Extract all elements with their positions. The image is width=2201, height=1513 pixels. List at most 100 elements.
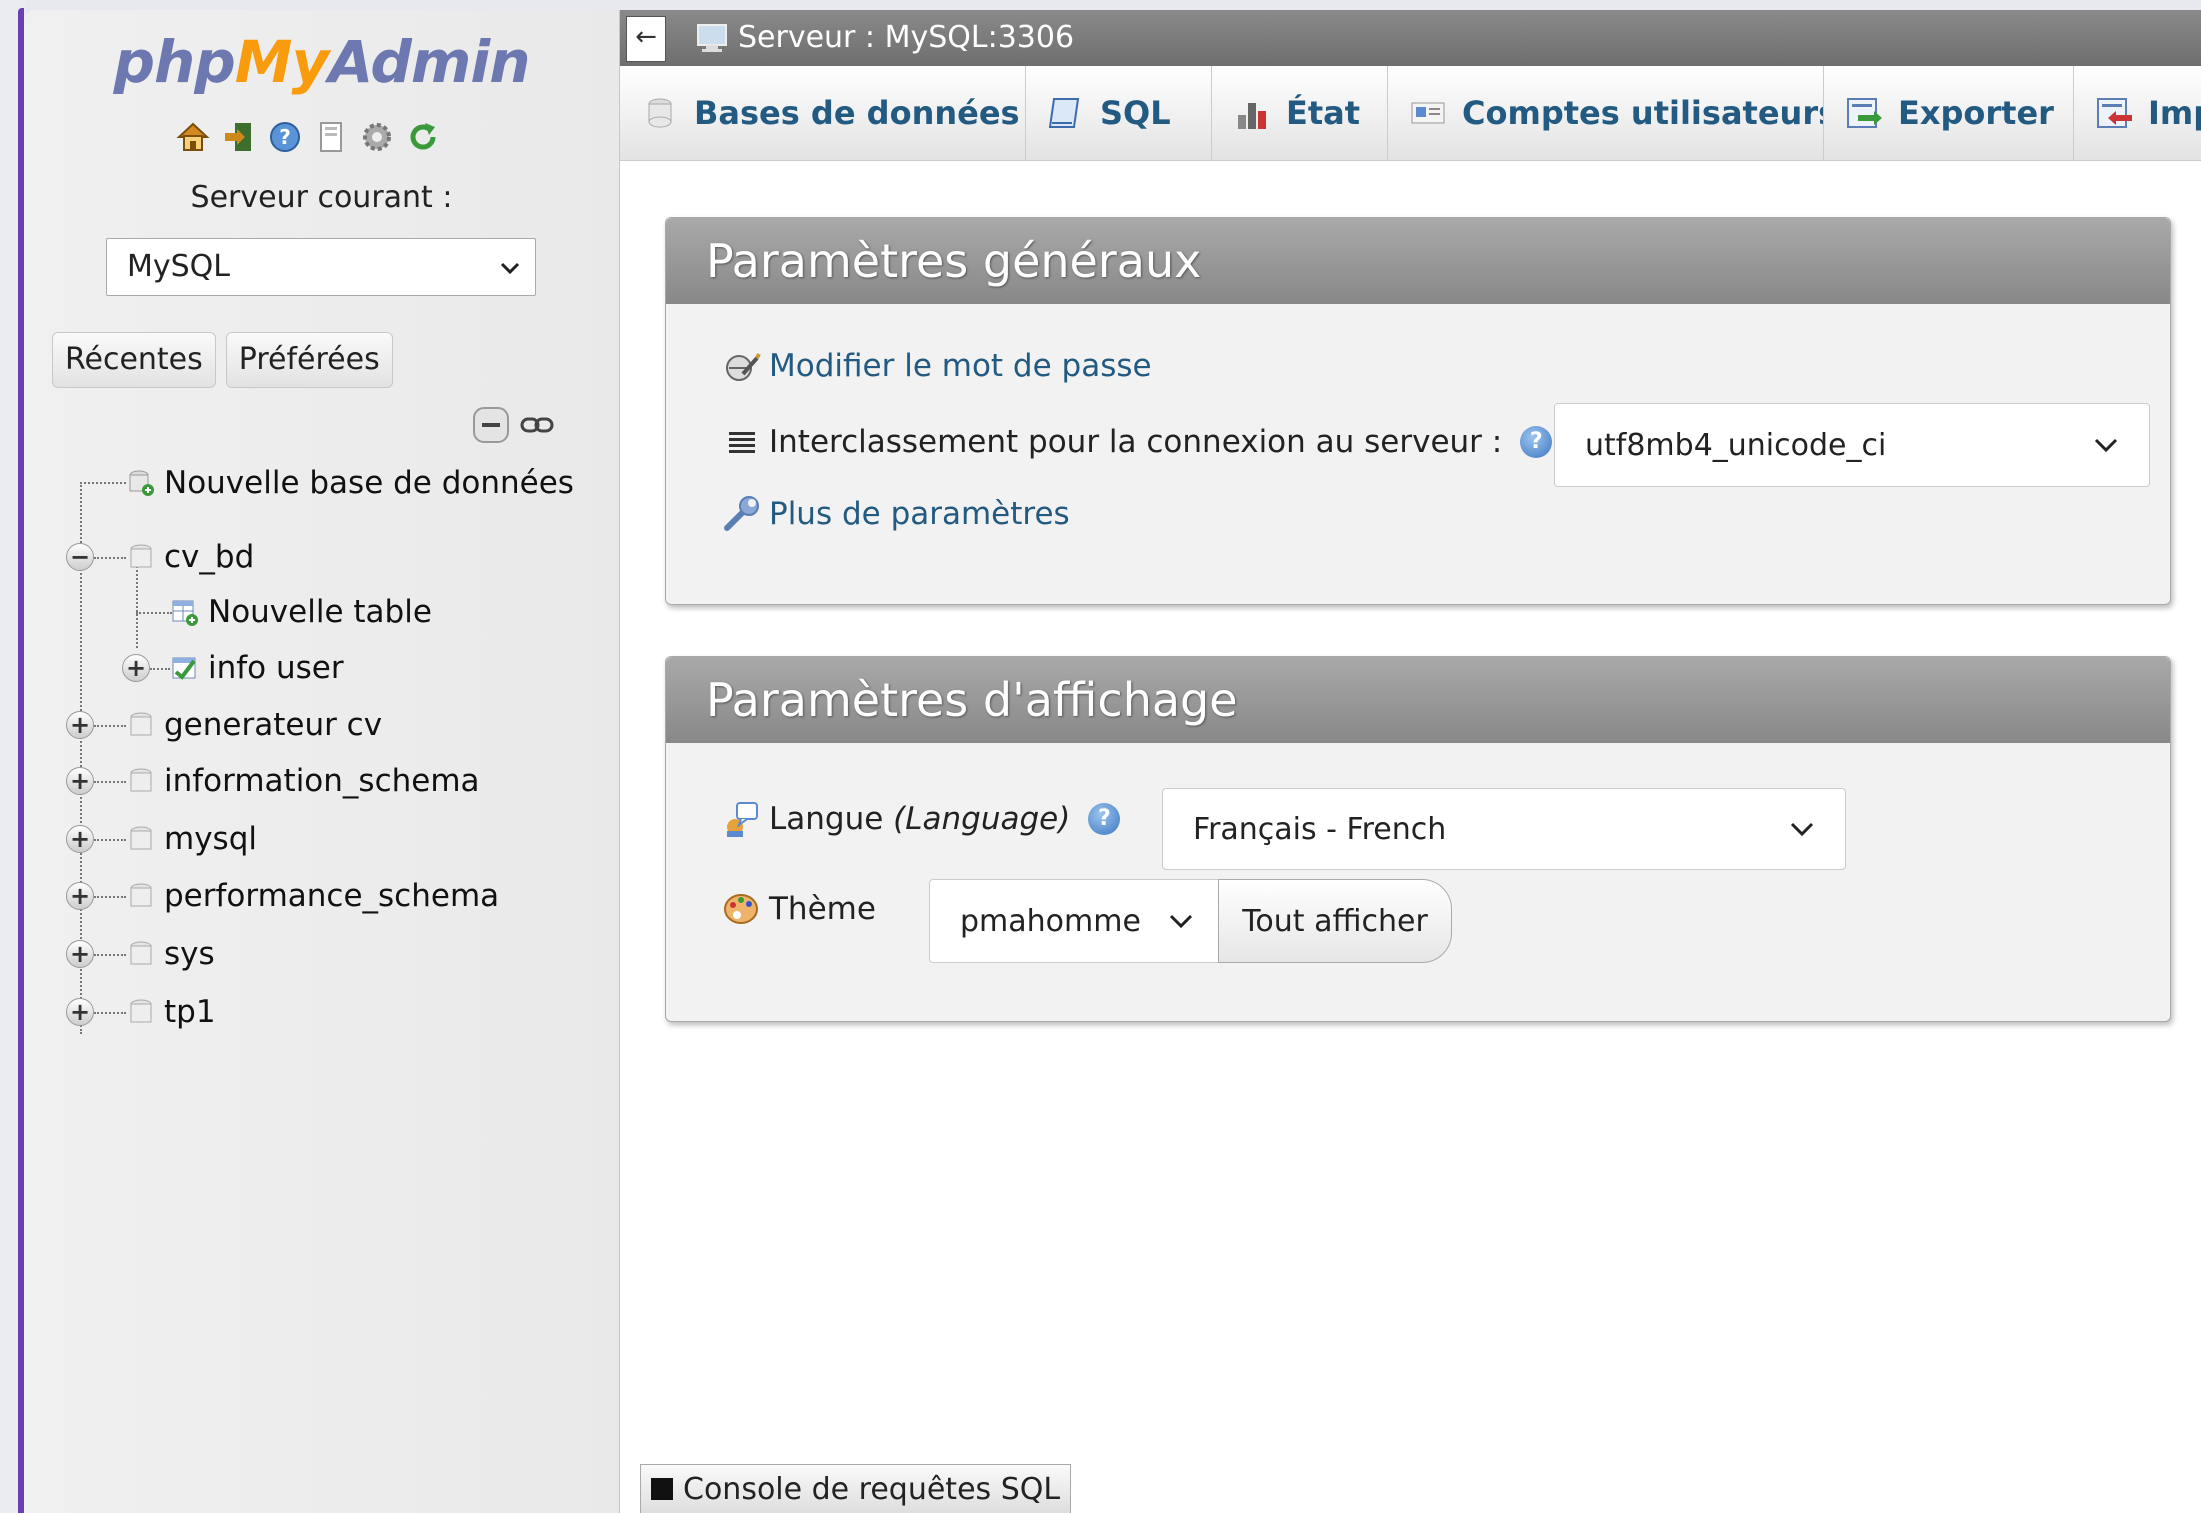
- wrench-icon: [724, 496, 759, 531]
- tab-favorites[interactable]: Préférées: [225, 332, 393, 388]
- theme-palette-icon: [724, 894, 758, 924]
- help-icon[interactable]: ?: [1520, 426, 1553, 458]
- language-row: Langue (Language) ?: [721, 799, 1121, 839]
- tree-item-new-database[interactable]: Nouvelle base de données: [128, 456, 574, 510]
- tree-item-label: mysql: [164, 821, 257, 857]
- collapse-all-icon[interactable]: [472, 406, 510, 444]
- console-icon: [651, 1478, 673, 1500]
- view-icon: [172, 657, 196, 680]
- export-icon: [1847, 98, 1882, 128]
- server-select-value: MySQL: [127, 249, 231, 284]
- svg-text:?: ?: [279, 125, 291, 149]
- status-chart-icon: [1238, 103, 1266, 129]
- settings-icon[interactable]: [358, 118, 396, 156]
- tree-line: [94, 725, 126, 727]
- tab-user-accounts[interactable]: Comptes utilisateurs: [1388, 66, 1824, 160]
- general-settings-title: Paramètres généraux: [666, 218, 2170, 304]
- language-label-en: (Language): [893, 801, 1071, 837]
- tree-line: [150, 668, 170, 670]
- tab-recent[interactable]: Récentes: [52, 332, 216, 388]
- expand-toggle[interactable]: +: [66, 940, 94, 968]
- collapse-toggle[interactable]: −: [66, 543, 94, 571]
- show-all-themes-button[interactable]: Tout afficher: [1218, 879, 1452, 963]
- tree-item-label: information_schema: [164, 763, 480, 799]
- tree-line: [94, 1012, 126, 1014]
- breadcrumb-server-label: Serveur : MySQL:3306: [738, 20, 1075, 55]
- tree-item-info-user[interactable]: info user: [172, 641, 344, 695]
- tab-sql[interactable]: SQL: [1026, 66, 1212, 160]
- tree-item-performance-schema[interactable]: performance_schema: [128, 869, 499, 923]
- tree-line: [94, 839, 126, 841]
- database-icon: [130, 712, 152, 736]
- tab-status[interactable]: État: [1212, 66, 1388, 160]
- tree-item-new-table[interactable]: Nouvelle table: [172, 585, 432, 639]
- tree-item-sys[interactable]: sys: [128, 927, 215, 981]
- phpmyadmin-logo[interactable]: phpMyAdmin: [24, 28, 619, 96]
- database-icon: [130, 826, 152, 850]
- expand-toggle[interactable]: +: [66, 825, 94, 853]
- tree-item-information-schema[interactable]: information_schema: [128, 754, 480, 808]
- logo-php: php: [113, 28, 235, 96]
- home-icon[interactable]: [174, 118, 212, 156]
- general-settings-panel: Paramètres généraux Modifier le mot de p…: [665, 217, 2171, 605]
- reload-icon[interactable]: [404, 118, 442, 156]
- help-icon[interactable]: ?: [1088, 803, 1121, 835]
- tab-export[interactable]: Exporter: [1824, 66, 2074, 160]
- display-settings-panel: Paramètres d'affichage Langue (Language)…: [665, 656, 2171, 1022]
- expand-toggle[interactable]: +: [66, 882, 94, 910]
- breadcrumb-server[interactable]: Serveur : MySQL:3306: [696, 10, 1074, 66]
- tab-import[interactable]: Importer: [2074, 66, 2201, 160]
- tree-line: [94, 896, 126, 898]
- tree-item-cv-bd[interactable]: cv_bd: [128, 530, 254, 584]
- expand-toggle[interactable]: +: [66, 767, 94, 795]
- theme-row: Thème: [721, 889, 876, 929]
- expand-toggle[interactable]: +: [66, 711, 94, 739]
- more-settings-link[interactable]: Plus de paramètres: [769, 496, 1070, 532]
- docs-icon[interactable]: [312, 118, 350, 156]
- recent-favorites-tabs: Récentes Préférées: [52, 332, 393, 388]
- collapse-nav-button[interactable]: ←: [626, 16, 666, 62]
- database-icon: [130, 999, 152, 1023]
- tree-item-mysql[interactable]: mysql: [128, 812, 257, 866]
- tree-line: [94, 557, 126, 559]
- chevron-down-icon: [1790, 822, 1814, 837]
- change-password-link[interactable]: Modifier le mot de passe: [769, 348, 1152, 384]
- tree-item-label: sys: [164, 936, 215, 972]
- navigation-panel: phpMyAdmin ? Serveur courant : MySQL Réc…: [24, 10, 620, 1513]
- password-icon: [726, 353, 761, 381]
- theme-label: Thème: [769, 891, 876, 927]
- quick-icons: ?: [174, 118, 442, 156]
- tab-label: Bases de données: [694, 94, 1020, 132]
- expand-toggle[interactable]: +: [66, 998, 94, 1026]
- new-database-icon: [129, 470, 154, 496]
- tree-item-label: Nouvelle table: [208, 594, 432, 630]
- console-label: Console de requêtes SQL: [683, 1471, 1061, 1507]
- tree-item-tp1[interactable]: tp1: [128, 985, 216, 1039]
- tab-databases[interactable]: Bases de données: [620, 66, 1026, 160]
- server-select[interactable]: MySQL: [106, 238, 536, 296]
- language-select[interactable]: Français - French: [1162, 788, 1846, 870]
- tree-item-label: Nouvelle base de données: [164, 465, 574, 501]
- import-icon: [2097, 98, 2132, 128]
- database-icon: [130, 941, 152, 965]
- tree-item-label: tp1: [164, 994, 216, 1030]
- language-icon: [727, 802, 758, 837]
- tree-line: [94, 781, 126, 783]
- help-icon[interactable]: ?: [266, 118, 304, 156]
- link-icon[interactable]: [520, 413, 554, 437]
- database-icon: [130, 768, 152, 792]
- tree-item-generateur-cv[interactable]: generateur cv: [128, 698, 382, 752]
- window-frame: [0, 0, 26, 1513]
- tree-line: [94, 954, 126, 956]
- exit-icon[interactable]: [220, 118, 258, 156]
- tab-label: Importer: [2148, 94, 2201, 132]
- tab-label: État: [1286, 94, 1361, 132]
- expand-toggle[interactable]: +: [122, 654, 150, 682]
- collation-select[interactable]: utf8mb4_unicode_ci: [1554, 403, 2150, 487]
- database-icon: [130, 883, 152, 907]
- collation-row: Interclassement pour la connexion au ser…: [721, 422, 1553, 462]
- user-accounts-icon: [1411, 102, 1445, 124]
- tree-item-label: generateur cv: [164, 707, 383, 743]
- theme-select[interactable]: pmahomme: [929, 879, 1221, 963]
- sql-console-toggle[interactable]: Console de requêtes SQL: [640, 1464, 1072, 1513]
